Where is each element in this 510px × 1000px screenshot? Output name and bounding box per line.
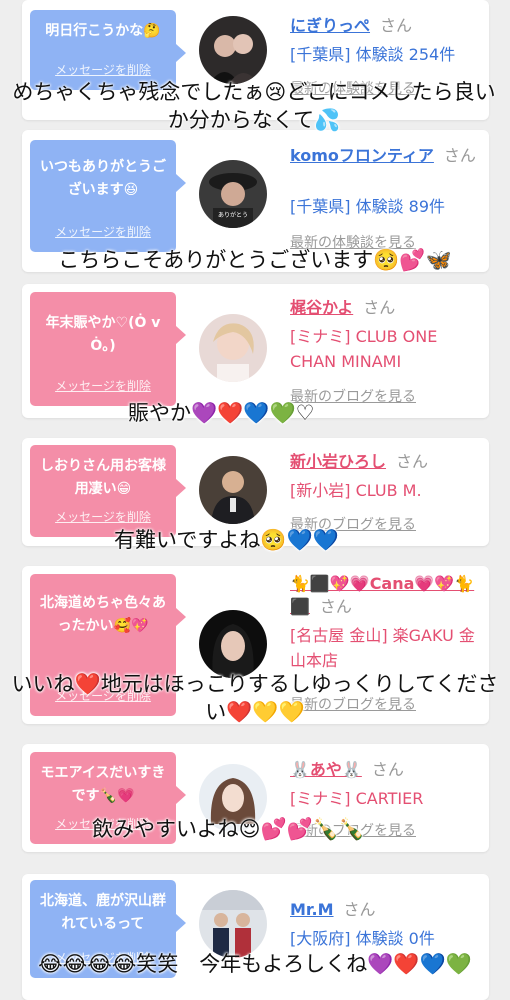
message-card: 年末賑やか♡(Ȯ v Ȯ。) メッセージを削除 梶谷かよ さん [ミナミ] CLU… [22, 284, 489, 418]
overlay-caption: 😂😂😂😂笑笑 今年もよろしくね💜❤️💙💚 [38, 952, 472, 976]
honorific: さん [319, 597, 352, 616]
message-bubble: しおりさん用お客様用凄い😁 メッセージを削除 [30, 445, 186, 537]
avatar[interactable] [199, 456, 267, 524]
user-name-link[interactable]: 🐈⬛💖💗Cana💗💖🐈⬛ [290, 574, 474, 616]
message-text: 北海道、鹿が沢山群れているって [40, 893, 166, 932]
overlay-caption: いいね❤️地元はほっこりするしゆっくりしてください❤️💛💛 [11, 672, 499, 724]
user-info: 新小岩ひろし さん [新小岩] CLUB M. [290, 448, 482, 503]
svg-text:ありがとう: ありがとう [218, 211, 248, 219]
message-bubble: 年末賑やか♡(Ȯ v Ȯ。) メッセージを削除 [30, 292, 186, 406]
user-area: [大阪府] 体験談 0件 [290, 929, 435, 948]
user-area: [名古屋 金山] 楽GAKU 金山本店 [290, 626, 475, 670]
avatar[interactable] [199, 314, 267, 382]
user-area: [ミナミ] CLUB ONE CHAN MINAMI [290, 327, 438, 371]
honorific: さん [443, 146, 476, 165]
message-card: 北海道、鹿が沢山群れているって メッセージを削除 Mr.M さん [大阪府] 体験… [22, 874, 489, 1000]
avatar[interactable]: ありがとう [199, 160, 267, 228]
user-area: [新小岩] CLUB M. [290, 481, 422, 500]
overlay-caption: 賑やか💜❤️💙💚♡ [128, 401, 315, 425]
avatar[interactable] [199, 610, 267, 678]
delete-message-link[interactable]: メッセージを削除 [30, 223, 176, 240]
user-info: komoフロンティア さん [千葉県] 体験談 89件 [290, 142, 482, 219]
user-info: Mr.M さん [大阪府] 体験談 0件 [290, 896, 482, 951]
user-info: 梶谷かよ さん [ミナミ] CLUB ONE CHAN MINAMI [290, 294, 482, 374]
message-text: いつもありがとうございます😆 [40, 159, 166, 198]
user-name-link[interactable]: 新小岩ひろし [290, 452, 386, 471]
user-name-link[interactable]: 梶谷かよ [290, 298, 353, 317]
user-info: 🐰あや🐰 さん [ミナミ] CARTIER [290, 756, 482, 811]
overlay-caption: こちらこそありがとうございます🥺💕🦋 [58, 248, 452, 272]
honorific: さん [343, 900, 376, 919]
user-area: [千葉県] 体験談 89件 [290, 197, 446, 216]
honorific: さん [380, 16, 413, 35]
honorific: さん [371, 760, 404, 779]
overlay-caption: 有難いですよね🥺💙💙 [114, 528, 339, 552]
avatar[interactable] [199, 16, 267, 84]
overlay-caption: 飲みやすいよね😌💕💕🍾🍾 [92, 817, 366, 841]
user-info: 🐈⬛💖💗Cana💗💖🐈⬛ さん [名古屋 金山] 楽GAKU 金山本店 [290, 574, 482, 673]
user-area: [ミナミ] CARTIER [290, 789, 424, 808]
overlay-caption: めちゃくちゃ残念でしたぁ😢どこにコメしたら良いか分からなくて💦 [12, 80, 496, 132]
avatar[interactable] [199, 890, 267, 958]
user-name-link[interactable]: 🐰あや🐰 [290, 760, 362, 779]
user-name-link[interactable]: komoフロンティア [290, 146, 434, 165]
message-text: 明日行こうかな🤔 [45, 23, 161, 39]
message-text: しおりさん用お客様用凄い😁 [40, 458, 166, 497]
delete-message-link[interactable]: メッセージを削除 [30, 61, 176, 78]
user-name-link[interactable]: Mr.M [290, 900, 334, 919]
user-info: にぎりっぺ さん [千葉県] 体験談 254件 [290, 12, 482, 67]
delete-message-link[interactable]: メッセージを削除 [30, 508, 176, 525]
user-area: [千葉県] 体験談 254件 [290, 45, 456, 64]
user-name-link[interactable]: にぎりっぺ [290, 16, 370, 35]
delete-message-link[interactable]: メッセージを削除 [30, 377, 176, 394]
message-bubble: いつもありがとうございます😆 メッセージを削除 [30, 140, 186, 252]
honorific: さん [396, 452, 429, 471]
message-text: モエアイスだいすきです🍾💗 [40, 765, 166, 804]
honorific: さん [363, 298, 396, 317]
message-text: 北海道めちゃ色々あったかい🥰💖 [40, 595, 166, 634]
message-text: 年末賑やか♡(Ȯ v Ȯ。) [45, 315, 161, 354]
